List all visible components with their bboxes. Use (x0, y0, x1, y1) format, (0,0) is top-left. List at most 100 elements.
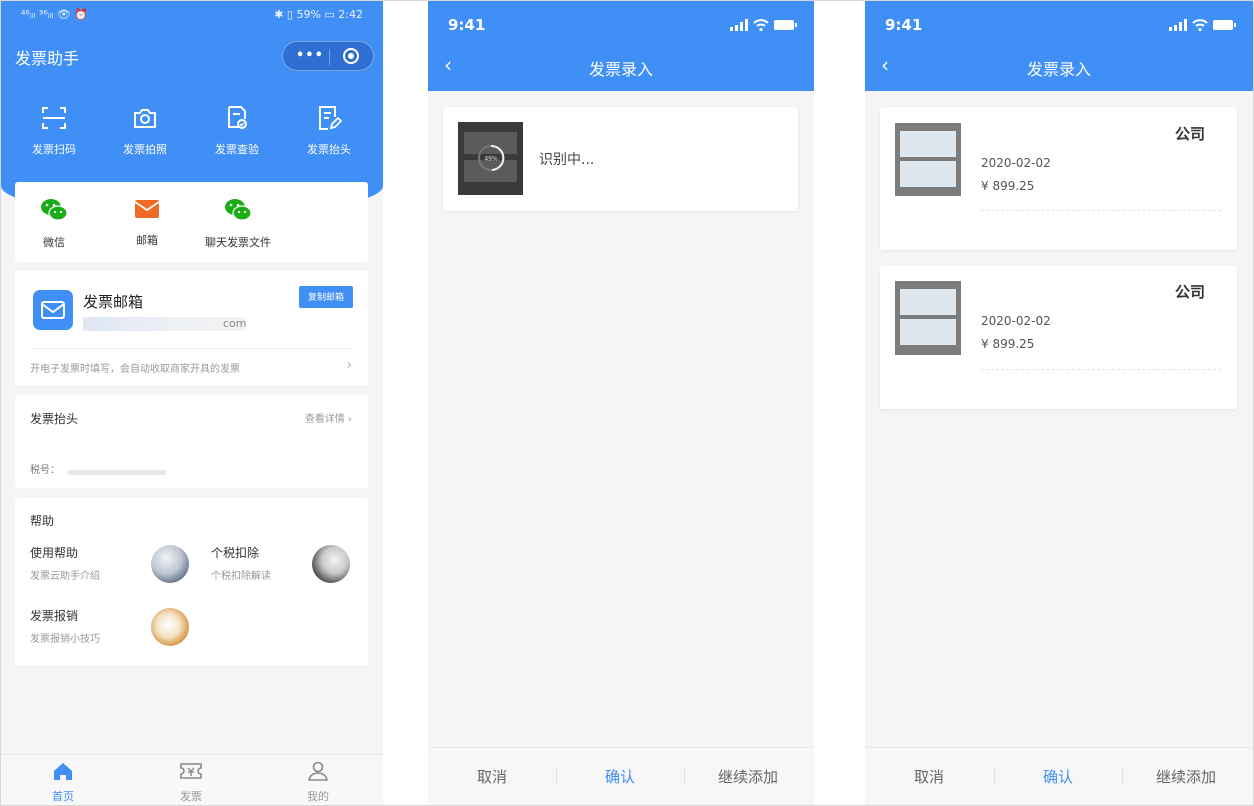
more-icon[interactable]: ••• (296, 48, 324, 63)
entry-results-screen: 9:41 ‹ 发票录入 公司 2020-02-02 ¥ 899.25 公司 20… (865, 1, 1253, 805)
invoice-header-title: 发票抬头 (30, 412, 79, 426)
source-mail[interactable]: 邮箱 (107, 198, 187, 248)
help-title: 帮助 (30, 514, 55, 528)
help-item-subtitle: 发票云助手介绍 (30, 571, 100, 582)
tab-label: 首页 (52, 790, 74, 803)
import-sources-card: 微信 邮箱 聊天发票文件 (15, 182, 368, 262)
mailbox-hint[interactable]: 开电子发票时填写，会自动收取商家开具的发票 (30, 360, 240, 375)
capsule-divider (329, 49, 330, 65)
help-reimburse-thumbnail (151, 608, 189, 646)
status-icons (1169, 19, 1236, 32)
invoice-amount: ¥ 899.25 (981, 179, 1035, 193)
status-bar-left: ⁴⁶ᵢₗₗ ³⁶ᵢₗₗ 👁 ⏰ (21, 8, 89, 21)
confirm-button[interactable]: 确认 (556, 766, 684, 787)
help-item-subtitle: 个税扣除解读 (211, 571, 271, 582)
nav-title: 发票录入 (1026, 60, 1091, 79)
source-chat-file[interactable]: 聊天发票文件 (198, 198, 278, 250)
recognizing-card: 49% 识别中... (443, 107, 798, 211)
invoice-thumbnail: 49% (458, 122, 523, 195)
mailbox-address-blurred (83, 317, 245, 331)
bottom-tab-bar: 首页 发票 我的 (1, 754, 383, 805)
home-icon (54, 763, 72, 780)
action-bar: 取消 确认 继续添加 (428, 747, 814, 805)
home-screen: ⁴⁶ᵢₗₗ ³⁶ᵢₗₗ 👁 ⏰ ✱ ▯ 59% ▭ 2:42 发票助手 ••• … (1, 1, 383, 805)
nav-bar: 9:41 ‹ 发票录入 (865, 1, 1253, 91)
mail-icon (134, 200, 160, 218)
mailbox-title: 发票邮箱 (83, 293, 144, 311)
quick-action-label: 发票扫码 (32, 143, 76, 156)
verify-icon (228, 106, 247, 129)
miniprogram-capsule: ••• (282, 41, 374, 71)
wechat-icon (225, 199, 252, 221)
quick-action-label: 发票拍照 (123, 143, 167, 156)
add-more-button[interactable]: 继续添加 (1122, 766, 1250, 787)
thumbnail-sheet (900, 131, 956, 157)
help-item-title: 使用帮助 (30, 546, 79, 560)
quick-action-label: 发票抬头 (307, 143, 351, 156)
edit-header-icon (319, 106, 342, 130)
invoice-card[interactable]: 公司 2020-02-02 ¥ 899.25 (880, 107, 1237, 250)
help-item-title: 发票报销 (30, 609, 79, 623)
help-usage-thumbnail (151, 545, 189, 583)
company-name: 公司 (1174, 283, 1205, 301)
invoice-date: 2020-02-02 (981, 314, 1051, 328)
thumbnail-sheet (900, 161, 956, 187)
invoice-header-card: 发票抬头 查看详情 › 税号： (15, 395, 368, 488)
thumbnail-sheet (900, 319, 956, 345)
app-title: 发票助手 (15, 49, 80, 68)
nav-title: 发票录入 (588, 60, 653, 79)
quick-action-header[interactable]: 发票抬头 (293, 105, 365, 157)
status-bar-right: ✱ ▯ 59% ▭ 2:42 (274, 8, 363, 21)
status-time: 9:41 (885, 16, 923, 34)
thumbnail-sheet (900, 289, 956, 315)
tab-label: 我的 (307, 790, 329, 803)
camera-icon (134, 109, 156, 128)
help-item-title: 个税扣除 (211, 546, 260, 560)
invoice-thumbnail (895, 281, 961, 355)
ticket-icon (180, 763, 202, 779)
envelope-icon (33, 290, 73, 330)
chevron-right-icon: › (348, 414, 352, 425)
quick-action-scan[interactable]: 发票扫码 (18, 105, 90, 157)
help-card: 帮助 使用帮助 发票云助手介绍 个税扣除 个税扣除解读 发票报销 发票报销小技巧 (15, 498, 368, 665)
user-icon (308, 761, 328, 781)
tax-id-label: 税号： (30, 465, 60, 476)
help-item-reimburse[interactable]: 发票报销 发票报销小技巧 (30, 607, 100, 645)
tax-id-blurred (68, 470, 166, 475)
invoice-date: 2020-02-02 (981, 156, 1051, 170)
wechat-icon (41, 199, 68, 221)
tab-invoices[interactable]: 发票 (151, 761, 231, 804)
divider (30, 348, 353, 349)
cancel-button[interactable]: 取消 (865, 766, 993, 787)
divider (981, 210, 1221, 211)
help-item-tax[interactable]: 个税扣除 个税扣除解读 (211, 544, 271, 582)
status-time: 9:41 (448, 16, 486, 34)
action-bar: 取消 确认 继续添加 (865, 747, 1253, 805)
cancel-button[interactable]: 取消 (428, 766, 556, 787)
add-more-button[interactable]: 继续添加 (684, 766, 812, 787)
source-wechat[interactable]: 微信 (14, 198, 94, 250)
mailbox-address-tail: com (223, 317, 247, 330)
invoice-amount: ¥ 899.25 (981, 337, 1035, 351)
chevron-right-icon[interactable]: › (347, 358, 352, 373)
view-detail-label: 查看详情 (304, 414, 345, 425)
invoice-thumbnail (895, 123, 961, 196)
progress-label: 49% (484, 156, 498, 163)
quick-action-verify[interactable]: 发票查验 (201, 105, 273, 157)
help-item-usage[interactable]: 使用帮助 发票云助手介绍 (30, 544, 100, 582)
invoice-mailbox-card: 发票邮箱 com 复制邮箱 开电子发票时填写，会自动收取商家开具的发票 › (15, 271, 368, 385)
progress-ring: 49% (464, 132, 517, 182)
tab-home[interactable]: 首页 (23, 761, 103, 804)
entry-recognizing-screen: 9:41 ‹ 发票录入 49% 识别中... 取消 确认 继续添加 (428, 1, 814, 805)
confirm-button[interactable]: 确认 (994, 766, 1122, 787)
source-label: 邮箱 (136, 234, 158, 247)
company-name: 公司 (1174, 125, 1205, 143)
tab-label: 发票 (180, 790, 202, 803)
close-miniprogram-icon[interactable] (343, 48, 359, 64)
invoice-card[interactable]: 公司 2020-02-02 ¥ 899.25 (880, 266, 1237, 409)
quick-action-photo[interactable]: 发票拍照 (109, 105, 181, 157)
nav-bar: 9:41 ‹ 发票录入 (428, 1, 814, 91)
copy-mailbox-button[interactable]: 复制邮箱 (299, 286, 353, 308)
tab-mine[interactable]: 我的 (278, 761, 358, 804)
view-detail-link[interactable]: 查看详情 › (305, 410, 352, 425)
